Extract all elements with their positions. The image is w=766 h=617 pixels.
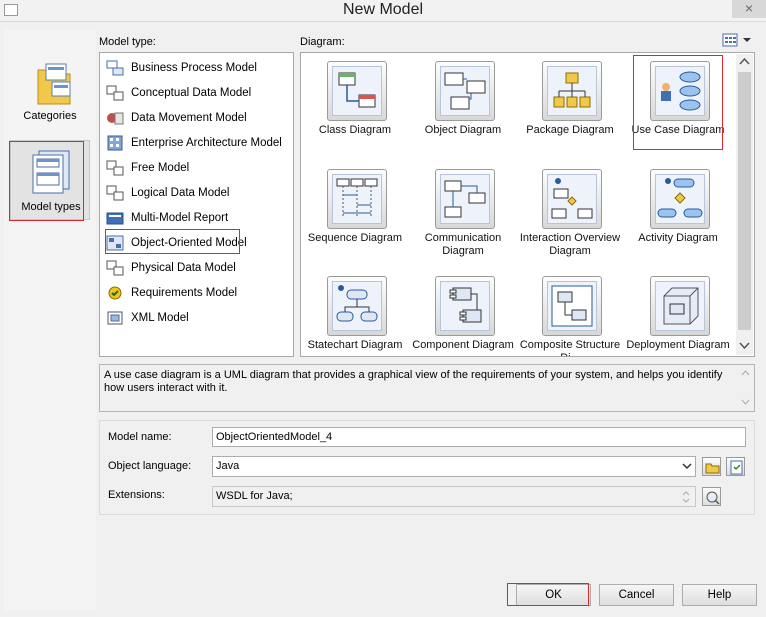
diagram-tile[interactable]: Object Diagram	[410, 55, 516, 160]
logical-data-model-icon	[106, 185, 124, 201]
model-type-item[interactable]: Free Model	[104, 157, 290, 179]
conceptual-data-model-icon	[106, 85, 124, 101]
diagram-tile[interactable]: Communication Diagram	[410, 163, 516, 268]
physical-data-model-icon	[106, 260, 124, 276]
composite-structure-diagram-icon	[542, 276, 602, 336]
cancel-button[interactable]: Cancel	[599, 584, 674, 606]
activity-diagram-icon	[650, 169, 710, 229]
properties-icon	[730, 460, 743, 475]
communication-diagram-icon	[435, 169, 495, 229]
object-language-value: Java	[216, 460, 240, 472]
scroll-up-arrow-icon[interactable]	[736, 56, 753, 71]
component-diagram-icon	[435, 276, 495, 336]
diagram-tile[interactable]: Interaction Overview Diagram	[517, 163, 623, 268]
spin-arrows-icon	[682, 491, 690, 503]
object-oriented-model-highlight	[105, 229, 240, 254]
object-language-label: Object language:	[108, 460, 192, 472]
description-scrollbar[interactable]	[738, 366, 753, 410]
multi-model-report-icon	[106, 212, 124, 225]
categories-button[interactable]: Categories	[10, 56, 90, 136]
diagram-tile[interactable]: Package Diagram	[517, 55, 623, 160]
extensions-value: WSDL for Java;	[216, 490, 293, 502]
business-process-model-icon	[106, 60, 124, 76]
view-mode-button[interactable]	[722, 32, 754, 48]
diagram-tile[interactable]: Sequence Diagram	[302, 163, 408, 268]
interaction-overview-diagram-icon	[542, 169, 602, 229]
deployment-diagram-icon	[650, 276, 710, 336]
model-type-item[interactable]: Requirements Model	[104, 282, 290, 304]
scroll-down-arrow-icon[interactable]	[736, 340, 753, 355]
browse-language-button[interactable]	[702, 457, 721, 476]
categories-label: Categories	[23, 110, 77, 122]
object-language-select[interactable]: Java	[212, 456, 696, 477]
class-diagram-icon	[327, 61, 387, 121]
model-type-item[interactable]: Logical Data Model	[104, 182, 290, 204]
model-type-item[interactable]: Conceptual Data Model	[104, 82, 290, 104]
diagram-tile[interactable]: Activity Diagram	[625, 163, 731, 268]
model-type-item[interactable]: Physical Data Model	[104, 257, 290, 279]
diagram-tile[interactable]: Statechart Diagram	[302, 270, 408, 356]
model-type-item[interactable]: XML Model	[104, 307, 290, 329]
model-type-list[interactable]: Business Process Model Conceptual Data M…	[99, 52, 294, 357]
grid-view-icon	[722, 33, 751, 47]
sequence-diagram-icon	[327, 169, 387, 229]
model-types-highlight	[9, 141, 84, 221]
use-case-diagram-highlight	[633, 55, 723, 150]
diagram-tile[interactable]: Composite Structure Di...	[517, 270, 623, 356]
model-type-item[interactable]: Business Process Model	[104, 57, 290, 79]
diagram-description: A use case diagram is a UML diagram that…	[99, 364, 755, 412]
window-title: New Model	[342, 1, 424, 18]
diagram-tile[interactable]: Class Diagram	[302, 55, 408, 160]
model-type-item[interactable]: Enterprise Architecture Model	[104, 132, 290, 154]
xml-model-icon	[107, 311, 123, 325]
model-type-item[interactable]: Data Movement Model	[104, 107, 290, 129]
model-name-input[interactable]: ObjectOrientedModel_4	[212, 427, 746, 447]
enterprise-architecture-model-icon	[107, 135, 123, 151]
diagram-tile[interactable]: Component Diagram	[410, 270, 516, 356]
diagram-caption: Diagram:	[300, 36, 345, 48]
model-type-item[interactable]: Multi-Model Report	[104, 207, 290, 229]
folder-icon	[705, 463, 720, 474]
extensions-label: Extensions:	[108, 489, 165, 501]
model-type-caption: Model type:	[99, 36, 156, 48]
chevron-down-icon	[682, 463, 692, 470]
extensions-field[interactable]: WSDL for Java;	[212, 486, 696, 507]
language-properties-button[interactable]	[726, 457, 745, 476]
help-button[interactable]: Help	[682, 584, 757, 606]
close-button[interactable]: ×	[732, 0, 766, 18]
requirements-model-icon	[108, 286, 122, 300]
statechart-diagram-icon	[327, 276, 387, 336]
object-diagram-icon	[435, 61, 495, 121]
diagram-tile[interactable]: Deployment Diagram	[625, 270, 731, 356]
model-name-label: Model name:	[108, 431, 172, 443]
package-diagram-icon	[542, 61, 602, 121]
categories-folder-icon	[37, 63, 71, 105]
magnifier-icon	[706, 491, 720, 505]
data-movement-model-icon	[107, 112, 124, 125]
extensions-select-button[interactable]	[702, 487, 721, 506]
ok-button-highlight	[507, 583, 589, 606]
free-model-icon	[106, 160, 124, 176]
diagram-scrollbar-thumb[interactable]	[738, 72, 751, 330]
